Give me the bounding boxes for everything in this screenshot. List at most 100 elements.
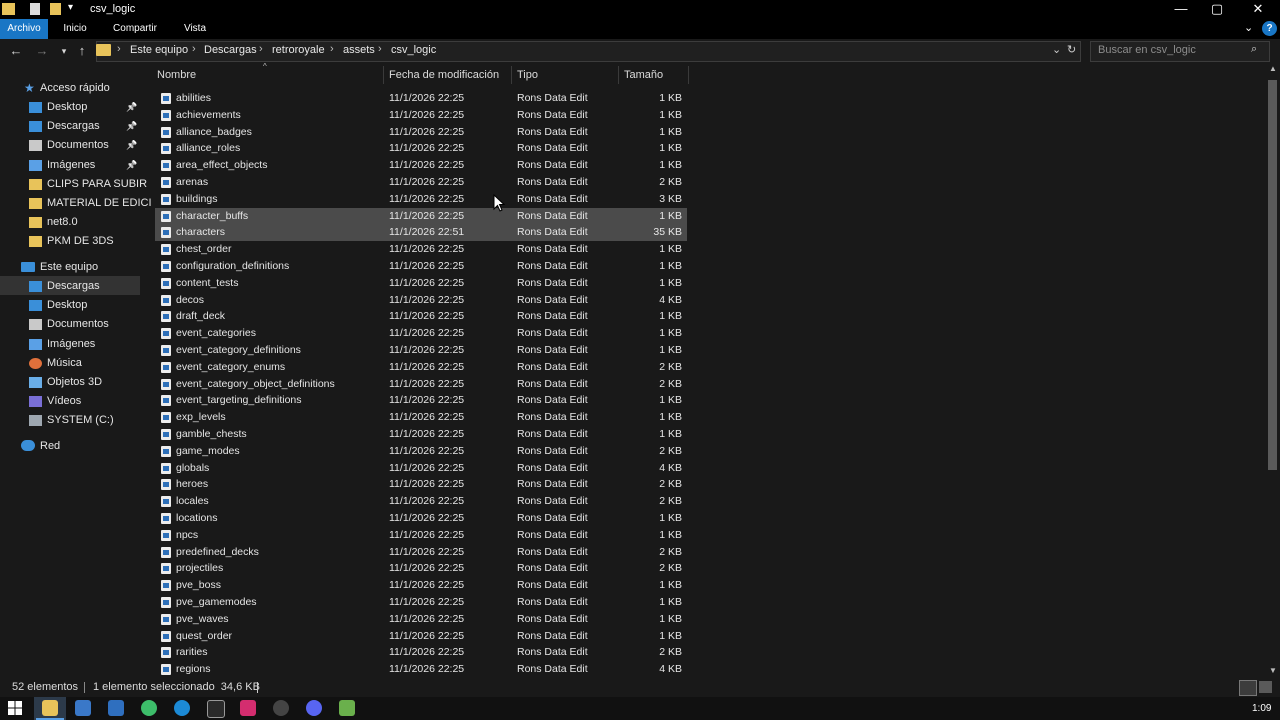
up-icon[interactable]: ↑ (74, 42, 90, 60)
tab-compartir[interactable]: Compartir (106, 19, 164, 39)
tab-vista[interactable]: Vista (176, 19, 214, 39)
sidebar-network[interactable]: Red (40, 440, 60, 452)
table-row[interactable]: event_category_enums 11/1/2026 22:25 Rons … (155, 359, 687, 376)
expand-ribbon-icon[interactable]: ⌄ (1244, 21, 1253, 34)
edge-icon[interactable] (174, 700, 190, 716)
chevron-right-icon[interactable]: › (378, 43, 382, 55)
sidebar-quick-access[interactable]: Acceso rápido (40, 82, 110, 94)
column-header-name[interactable]: Nombre (157, 66, 196, 84)
restore-button[interactable]: ▢ (1196, 0, 1238, 19)
table-row[interactable]: npcs 11/1/2026 22:25 Rons Data Edit 1 KB (155, 527, 687, 544)
table-row[interactable]: draft_deck 11/1/2026 22:25 Rons Data Edit 1… (155, 308, 687, 325)
status-divider (84, 682, 85, 693)
column-header-type[interactable]: Tipo (517, 66, 538, 84)
back-icon[interactable]: ← (8, 42, 24, 60)
table-row[interactable]: buildings 11/1/2026 22:25 Rons Data Edit 3 … (155, 191, 687, 208)
table-row[interactable]: area_effect_objects 11/1/2026 22:25 Rons D… (155, 157, 687, 174)
mail-icon[interactable] (108, 700, 124, 716)
breadcrumb-assets[interactable]: assets (343, 44, 375, 56)
pin-icon[interactable]: 📌 (126, 121, 137, 132)
breadcrumb-csv-logic[interactable]: csv_logic (391, 44, 436, 56)
table-row[interactable]: abilities 11/1/2026 22:25 Rons Data Edit 1 … (155, 90, 687, 107)
pin-icon[interactable]: 📌 (126, 102, 137, 113)
table-row[interactable]: achievements 11/1/2026 22:25 Rons Data Edi… (155, 107, 687, 124)
store-icon[interactable] (75, 700, 91, 716)
column-header-date[interactable]: Fecha de modificación (389, 66, 499, 84)
data-file-icon (161, 496, 171, 508)
new-folder-icon[interactable] (50, 3, 61, 15)
terminal-icon[interactable] (207, 700, 225, 718)
table-row[interactable]: globals 11/1/2026 22:25 Rons Data Edit 4 KB (155, 460, 687, 477)
file-type: Rons Data Edit (517, 579, 588, 592)
app-icon[interactable] (339, 700, 355, 716)
table-row[interactable]: projectiles 11/1/2026 22:25 Rons Data Edit… (155, 560, 687, 577)
table-row[interactable]: characters 11/1/2026 22:51 Rons Data Edit 3… (155, 224, 687, 242)
breadcrumb-retroroyale[interactable]: retroroyale (272, 44, 325, 56)
table-row[interactable]: character_buffs 11/1/2026 22:25 Rons Data … (155, 207, 687, 225)
table-row[interactable]: rarities 11/1/2026 22:25 Rons Data Edit 2 K… (155, 644, 687, 661)
whatsapp-icon[interactable] (141, 700, 157, 716)
column-divider[interactable] (688, 66, 689, 84)
chevron-right-icon[interactable]: › (259, 43, 263, 55)
file-type: Rons Data Edit (517, 108, 588, 121)
properties-icon[interactable] (30, 3, 40, 15)
chevron-right-icon[interactable]: › (330, 43, 334, 55)
file-explorer-icon[interactable] (42, 700, 58, 716)
windows-start-icon[interactable] (8, 701, 22, 715)
tab-inicio[interactable]: Inicio (56, 19, 94, 39)
sidebar-this-pc[interactable]: Este equipo (40, 261, 98, 273)
table-row[interactable]: predefined_decks 11/1/2026 22:25 Rons Data… (155, 544, 687, 561)
chevron-right-icon[interactable]: › (192, 43, 196, 55)
table-row[interactable]: event_category_object_definitions 11/1/20… (155, 376, 687, 393)
table-row[interactable]: gamble_chests 11/1/2026 22:25 Rons Data Ed… (155, 426, 687, 443)
breadcrumb-descargas[interactable]: Descargas (204, 44, 257, 56)
table-row[interactable]: pve_boss 11/1/2026 22:25 Rons Data Edit 1 K… (155, 577, 687, 594)
pin-icon[interactable]: 📌 (126, 140, 137, 151)
table-row[interactable]: chest_order 11/1/2026 22:25 Rons Data Edit… (155, 241, 687, 258)
help-icon[interactable]: ? (1262, 21, 1277, 36)
refresh-icon[interactable]: ↻ (1067, 43, 1076, 56)
table-row[interactable]: quest_order 11/1/2026 22:25 Rons Data Edit… (155, 628, 687, 645)
tab-archivo[interactable]: Archivo (0, 19, 48, 39)
scroll-down-icon[interactable]: ▼ (1269, 666, 1277, 675)
table-row[interactable]: locales 11/1/2026 22:25 Rons Data Edit 2 KB (155, 493, 687, 510)
table-row[interactable]: configuration_definitions 11/1/2026 22:25… (155, 258, 687, 275)
file-name: heroes (176, 478, 209, 491)
address-dropdown-icon[interactable]: ⌄ (1052, 43, 1061, 56)
table-row[interactable]: locations 11/1/2026 22:25 Rons Data Edit 1 … (155, 510, 687, 527)
scroll-up-icon[interactable]: ▲ (1269, 64, 1277, 73)
table-row[interactable]: event_categories 11/1/2026 22:25 Rons Data… (155, 325, 687, 342)
table-row[interactable]: alliance_roles 11/1/2026 22:25 Rons Data E… (155, 140, 687, 157)
large-icons-view-icon[interactable] (1259, 681, 1272, 693)
table-row[interactable]: pve_gamemodes 11/1/2026 22:25 Rons Data Ed… (155, 594, 687, 611)
table-row[interactable]: content_tests 11/1/2026 22:25 Rons Data Ed… (155, 275, 687, 292)
recent-locations-icon[interactable]: ▾ (56, 42, 72, 60)
scrollbar-thumb[interactable] (1268, 80, 1277, 470)
column-divider[interactable] (618, 66, 619, 84)
chevron-right-icon[interactable]: › (117, 43, 121, 55)
table-row[interactable]: decos 11/1/2026 22:25 Rons Data Edit 4 KB (155, 292, 687, 309)
details-view-icon[interactable] (1239, 680, 1257, 696)
table-row[interactable]: game_modes 11/1/2026 22:25 Rons Data Edit 2… (155, 443, 687, 460)
github-icon[interactable] (273, 700, 289, 716)
forward-icon[interactable]: → (34, 42, 50, 60)
table-row[interactable]: regions 11/1/2026 22:25 Rons Data Edit 4 KB (155, 661, 687, 678)
breadcrumb-este-equipo[interactable]: Este equipo (130, 44, 188, 56)
table-row[interactable]: event_targeting_definitions 11/1/2026 22:… (155, 392, 687, 409)
search-icon[interactable]: ⌕ (1251, 43, 1257, 56)
table-row[interactable]: pve_waves 11/1/2026 22:25 Rons Data Edit 1 … (155, 611, 687, 628)
close-button[interactable]: ✕ (1237, 0, 1279, 19)
tiktok-icon[interactable] (240, 700, 256, 716)
column-header-size[interactable]: Tamaño (624, 66, 663, 84)
column-divider[interactable] (383, 66, 384, 84)
table-row[interactable]: heroes 11/1/2026 22:25 Rons Data Edit 2 KB (155, 476, 687, 493)
pin-icon[interactable]: 📌 (126, 160, 137, 171)
quick-access-toolbar-dropdown-icon[interactable]: ▾ (68, 2, 73, 13)
table-row[interactable]: arenas 11/1/2026 22:25 Rons Data Edit 2 KB (155, 174, 687, 191)
table-row[interactable]: alliance_badges 11/1/2026 22:25 Rons Data … (155, 124, 687, 141)
table-row[interactable]: event_category_definitions 11/1/2026 22:2… (155, 342, 687, 359)
column-divider[interactable] (511, 66, 512, 84)
discord-icon[interactable] (306, 700, 322, 716)
table-row[interactable]: exp_levels 11/1/2026 22:25 Rons Data Edit 1… (155, 409, 687, 426)
file-date: 11/1/2026 22:25 (389, 243, 465, 256)
